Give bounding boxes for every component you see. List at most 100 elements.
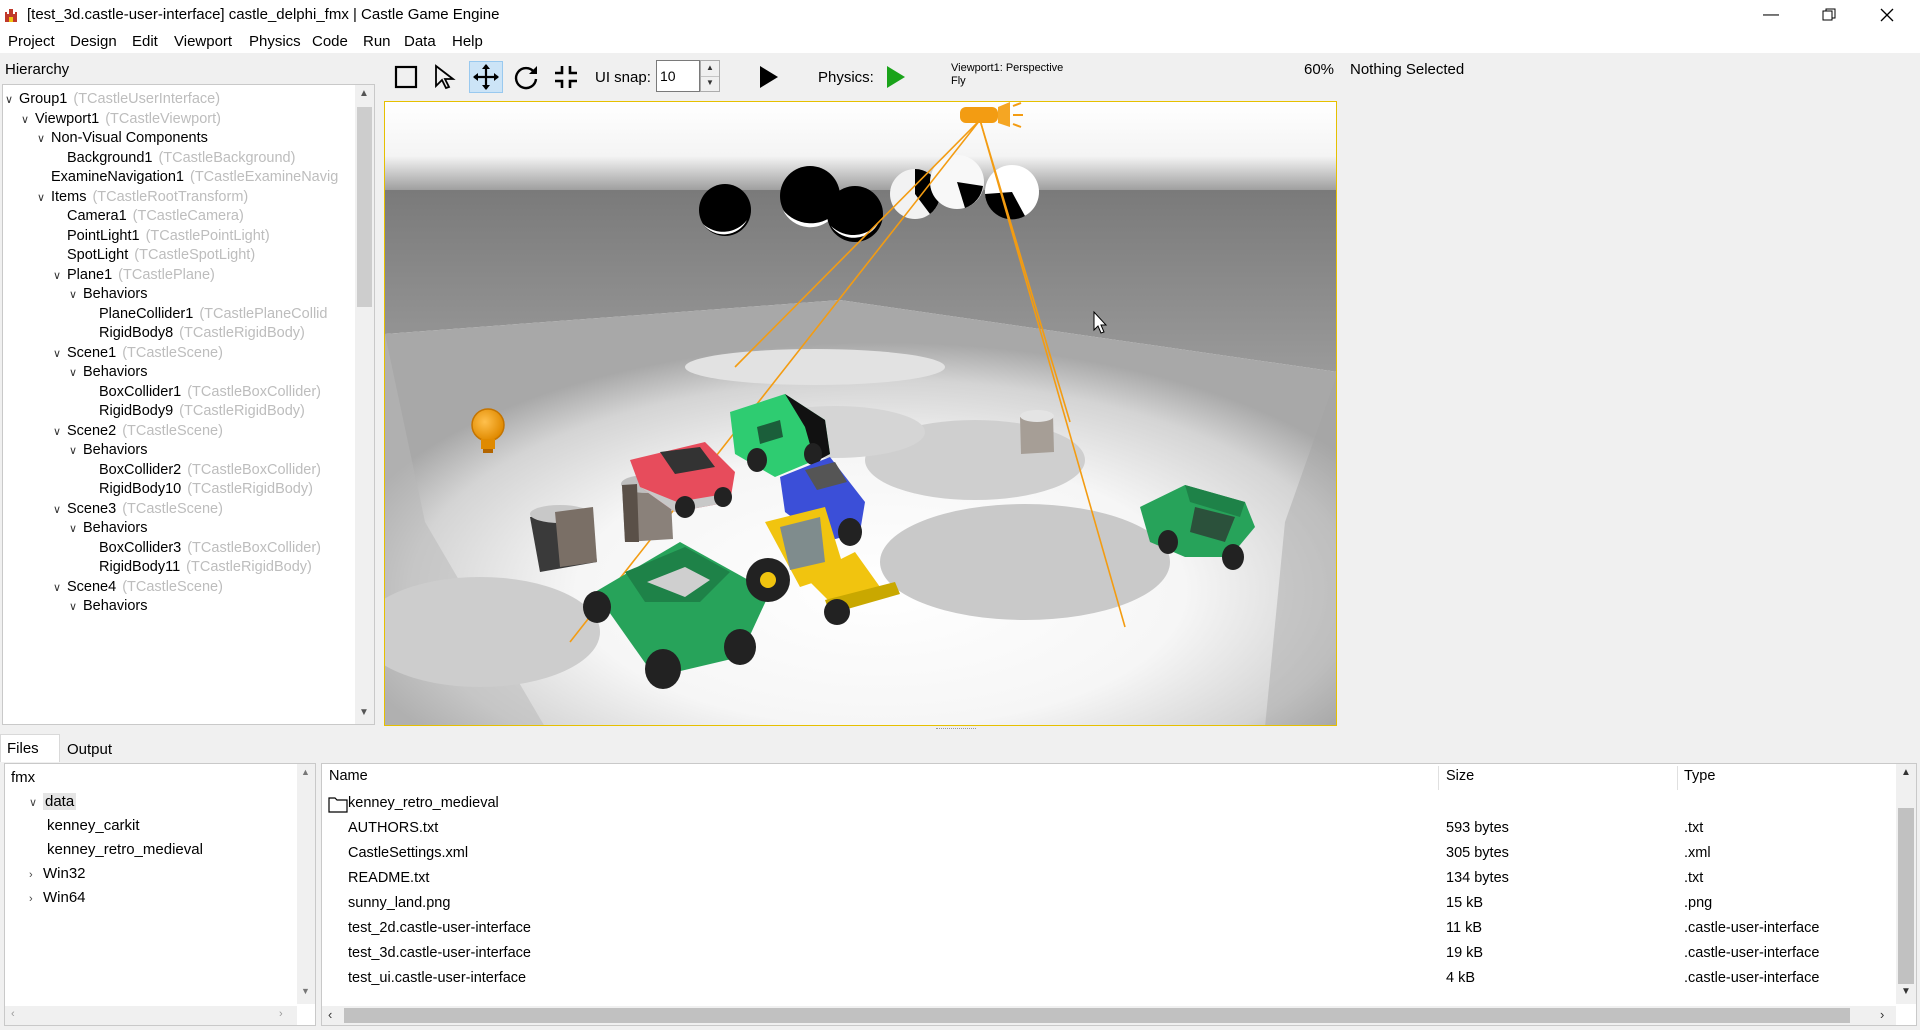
- minimize-button[interactable]: —: [1742, 0, 1800, 30]
- expand-chevron-icon[interactable]: ∨: [53, 344, 67, 364]
- menu-physics[interactable]: Physics: [249, 33, 301, 50]
- scroll-up-icon[interactable]: ▲: [301, 767, 310, 777]
- hierarchy-node-name: Scene1: [67, 344, 117, 361]
- expand-chevron-icon[interactable]: ∨: [5, 90, 19, 110]
- viewport-info: Viewport1: Perspective Fly: [951, 62, 1063, 88]
- folder-icon: [328, 797, 348, 813]
- file-row[interactable]: CastleSettings.xml 305 bytes .xml: [322, 842, 1892, 867]
- files-list[interactable]: Name Size Type kenney_retro_medieval AUTH…: [321, 763, 1917, 1026]
- column-size[interactable]: Size: [1446, 768, 1474, 790]
- menu-help[interactable]: Help: [452, 33, 483, 50]
- expand-chevron-icon[interactable]: ∨: [37, 129, 51, 149]
- hierarchy-node-class: (TCastleSpotLight): [134, 247, 256, 263]
- hierarchy-node[interactable]: ∨ Behaviors: [69, 596, 147, 618]
- scale-tool[interactable]: [549, 61, 583, 93]
- ui-snap-spinner[interactable]: ▲ ▼: [700, 60, 720, 92]
- run-button[interactable]: [751, 61, 785, 93]
- expand-chevron-icon[interactable]: ∨: [69, 441, 83, 461]
- hierarchy-scroll-thumb[interactable]: [357, 107, 372, 307]
- move-tool[interactable]: [469, 61, 503, 93]
- scroll-left-icon[interactable]: ‹: [11, 1008, 15, 1020]
- tab-files[interactable]: Files: [0, 734, 60, 762]
- menu-project[interactable]: Project: [8, 33, 55, 50]
- pointer-tool[interactable]: [429, 61, 463, 93]
- spin-down-icon[interactable]: ▼: [706, 78, 714, 87]
- hierarchy-node-class: (TCastleRigidBody): [179, 403, 305, 419]
- files-tree-node[interactable]: › Win64: [29, 888, 86, 910]
- scroll-up-icon[interactable]: ▲: [1901, 767, 1911, 778]
- ui-snap-input[interactable]: [656, 60, 700, 92]
- expand-chevron-icon[interactable]: ∨: [69, 519, 83, 539]
- expand-chevron-icon[interactable]: ∨: [53, 422, 67, 442]
- files-list-scroll-thumb[interactable]: [1898, 808, 1914, 984]
- hierarchy-node-name: RigidBody9: [99, 403, 174, 419]
- expand-chevron-icon[interactable]: ∨: [53, 578, 67, 598]
- files-tree-node[interactable]: kenney_carkit: [47, 816, 140, 838]
- files-tree-scrollbar[interactable]: ▲ ▼: [297, 764, 315, 1004]
- expand-chevron-icon[interactable]: ∨: [29, 793, 43, 813]
- files-tree-hscrollbar[interactable]: ‹ ›: [5, 1006, 297, 1025]
- spin-up-icon[interactable]: ▲: [706, 63, 714, 72]
- scroll-up-icon[interactable]: ▲: [359, 88, 369, 99]
- menu-design[interactable]: Design: [70, 33, 117, 50]
- hierarchy-node-name: PointLight1: [67, 227, 140, 244]
- close-button[interactable]: [1858, 0, 1916, 30]
- expand-chevron-icon[interactable]: ∨: [69, 597, 83, 617]
- collapsed-chevron-icon[interactable]: ›: [29, 865, 43, 885]
- file-row[interactable]: AUTHORS.txt 593 bytes .txt: [322, 817, 1892, 842]
- hierarchy-node-class: (TCastlePointLight): [145, 227, 270, 244]
- file-type: .castle-user-interface: [1684, 945, 1820, 961]
- tab-output[interactable]: Output: [60, 738, 126, 762]
- expand-chevron-icon[interactable]: ∨: [69, 363, 83, 383]
- hierarchy-tree[interactable]: ∨ Group1 (TCastleUserInterface) ∨ Viewport1(…: [2, 84, 375, 725]
- column-name[interactable]: Name: [329, 768, 368, 790]
- file-row[interactable]: test_ui.castle-user-interface 4 kB .castle…: [322, 967, 1892, 992]
- file-name: test_2d.castle-user-interface: [348, 920, 531, 936]
- menu-viewport[interactable]: Viewport: [174, 33, 232, 50]
- hierarchy-scrollbar[interactable]: ▲ ▼: [355, 85, 374, 724]
- expand-chevron-icon[interactable]: ∨: [53, 266, 67, 286]
- hierarchy-node-class: (TCastleScene): [122, 500, 223, 517]
- scroll-down-icon[interactable]: ▼: [1901, 986, 1911, 997]
- scroll-right-icon[interactable]: ›: [279, 1008, 283, 1020]
- scroll-down-icon[interactable]: ▼: [301, 986, 310, 996]
- rotate-tool[interactable]: [509, 61, 543, 93]
- files-tree-node[interactable]: kenney_retro_medieval: [47, 840, 203, 862]
- scroll-right-icon[interactable]: ›: [1880, 1007, 1884, 1022]
- physics-play-icon: [887, 66, 905, 88]
- hierarchy-node-class: (TCastlePlaneCollid: [199, 305, 328, 322]
- menu-data[interactable]: Data: [404, 33, 436, 50]
- hierarchy-node-name: Scene3: [67, 500, 117, 517]
- files-list-hscroll-thumb[interactable]: [344, 1008, 1850, 1023]
- scroll-left-icon[interactable]: ‹: [328, 1007, 332, 1022]
- physics-play-button[interactable]: [878, 61, 912, 93]
- hierarchy-node-name: Scene2: [67, 422, 117, 439]
- files-tree[interactable]: fmx ∨ data kenney_carkit kenney_retro_mediev…: [4, 763, 316, 1026]
- viewport-3d[interactable]: [384, 101, 1337, 726]
- expand-chevron-icon[interactable]: ∨: [69, 285, 83, 305]
- file-row[interactable]: sunny_land.png 15 kB .png: [322, 892, 1892, 917]
- scroll-down-icon[interactable]: ▼: [359, 707, 369, 718]
- collapsed-chevron-icon[interactable]: ›: [29, 889, 43, 909]
- expand-chevron-icon[interactable]: ∨: [21, 110, 35, 130]
- files-tree-node[interactable]: ∨ data: [29, 792, 77, 814]
- files-tree-node[interactable]: › Win32: [29, 864, 86, 886]
- restore-button[interactable]: [1800, 0, 1858, 30]
- expand-chevron-icon[interactable]: ∨: [37, 188, 51, 208]
- column-type[interactable]: Type: [1684, 768, 1715, 790]
- splitter-handle[interactable]: [936, 728, 976, 731]
- expand-chevron-icon[interactable]: ∨: [53, 500, 67, 520]
- file-row[interactable]: kenney_retro_medieval: [322, 792, 1892, 817]
- menu-run[interactable]: Run: [363, 33, 391, 50]
- file-row[interactable]: test_2d.castle-user-interface 11 kB .castl…: [322, 917, 1892, 942]
- files-list-scrollbar[interactable]: ▲ ▼: [1896, 764, 1916, 1004]
- select-rect-tool[interactable]: [389, 61, 423, 93]
- hierarchy-node-class: (TCastleBackground): [158, 149, 296, 166]
- file-row[interactable]: README.txt 134 bytes .txt: [322, 867, 1892, 892]
- file-row[interactable]: test_3d.castle-user-interface 19 kB .castl…: [322, 942, 1892, 967]
- menu-code[interactable]: Code: [312, 33, 348, 50]
- files-list-hscrollbar[interactable]: ‹ ›: [322, 1006, 1896, 1025]
- physics-label: Physics:: [818, 69, 874, 86]
- files-tree-node[interactable]: fmx: [11, 768, 35, 790]
- menu-edit[interactable]: Edit: [132, 33, 158, 50]
